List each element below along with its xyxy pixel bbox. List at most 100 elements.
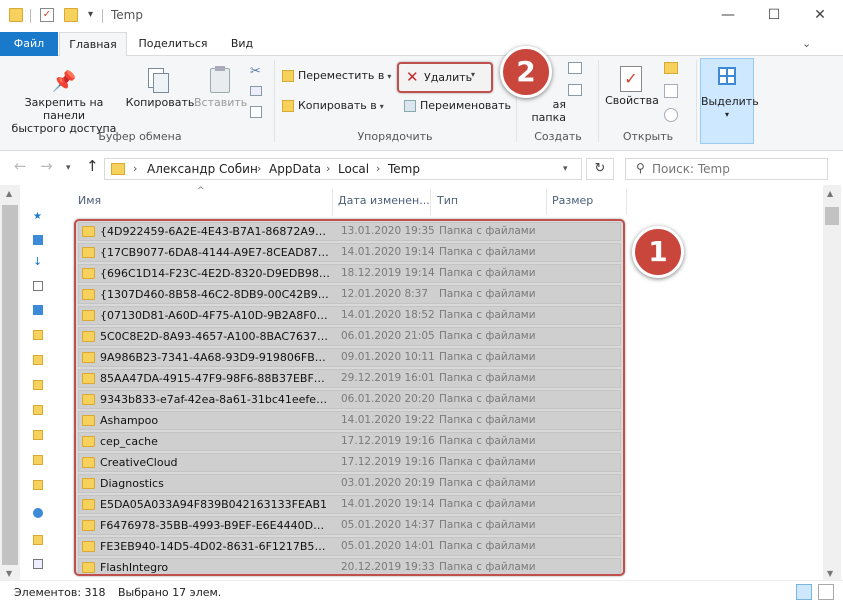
file-name[interactable]: {1307D460-8B58-46C2-8DB9-00C42B9D6F... <box>100 288 330 301</box>
file-name[interactable]: 85AA47DA-4915-47F9-98F6-88B37EBFDA58 <box>100 372 330 385</box>
file-name[interactable]: CreativeCloud <box>100 456 330 469</box>
column-divider[interactable] <box>430 189 431 215</box>
file-row[interactable]: 9343b833-e7af-42ea-8a61-31bc41eefe2b 06.0… <box>78 390 621 409</box>
file-row[interactable]: cep_cache 17.12.2019 19:16 Папка с файлами <box>78 432 621 451</box>
file-row[interactable]: Diagnostics 03.01.2020 20:19 Папка с файла… <box>78 474 621 493</box>
column-divider[interactable] <box>626 189 627 215</box>
tab-share[interactable]: Поделиться <box>131 32 215 56</box>
scroll-thumb[interactable] <box>2 205 18 565</box>
file-name[interactable]: FlashIntegro <box>100 561 330 574</box>
quick-access-dropdown-icon[interactable]: ▾ <box>88 9 93 20</box>
breadcrumb-appdata[interactable]: AppData <box>269 162 321 176</box>
column-size-header[interactable]: Размер <box>552 194 593 207</box>
tab-file[interactable]: Файл <box>0 32 58 56</box>
delete-button[interactable]: ✕ Удалить ▾ <box>397 62 493 93</box>
back-arrow-icon[interactable]: ← <box>14 157 27 175</box>
easy-access-icon[interactable] <box>568 84 582 96</box>
breadcrumb-temp[interactable]: Temp <box>388 162 420 176</box>
paste-button[interactable]: Вставить <box>194 66 247 109</box>
documents-icon[interactable] <box>33 281 43 291</box>
downloads-icon[interactable]: ↓ <box>33 256 42 267</box>
folder-icon[interactable] <box>33 480 43 490</box>
file-row[interactable]: {696C1D14-F23C-4E2D-8320-D9EDB9810FF... 1… <box>78 264 621 283</box>
file-name[interactable]: {4D922459-6A2E-4E43-B7A1-86872A9078... <box>100 225 330 238</box>
maximize-button[interactable]: ☐ <box>751 0 797 32</box>
file-list-scrollbar[interactable]: ▲ ▼ <box>823 185 841 580</box>
breadcrumb-local[interactable]: Local <box>338 162 369 176</box>
column-date-header[interactable]: Дата изменен... <box>338 194 430 207</box>
folder-icon[interactable] <box>33 535 43 545</box>
file-name[interactable]: {696C1D14-F23C-4E2D-8320-D9EDB9810FF... <box>100 267 330 280</box>
desktop-icon[interactable] <box>33 235 43 245</box>
pictures-icon[interactable] <box>33 305 43 315</box>
details-view-icon[interactable] <box>796 584 812 600</box>
column-divider[interactable] <box>332 189 333 215</box>
folder-icon[interactable] <box>33 380 43 390</box>
edit-icon[interactable] <box>664 84 678 98</box>
history-icon[interactable] <box>664 108 678 122</box>
file-row[interactable]: 85AA47DA-4915-47F9-98F6-88B37EBFDA58 29.1… <box>78 369 621 388</box>
scroll-thumb[interactable] <box>825 207 839 225</box>
search-input[interactable] <box>652 161 822 177</box>
file-name[interactable]: {17CB9077-6DA8-4144-A9E7-8CEAD8740... <box>100 246 330 259</box>
properties-button[interactable]: ✓ Свойства <box>604 64 660 107</box>
new-item-icon[interactable] <box>568 62 582 74</box>
large-icons-view-icon[interactable] <box>818 584 834 600</box>
forward-arrow-icon[interactable]: → <box>40 157 53 175</box>
tab-view[interactable]: Вид <box>222 32 262 56</box>
file-row[interactable]: FlashIntegro 20.12.2019 19:33 Папка с файл… <box>78 558 621 574</box>
address-bar[interactable]: › Александр Собин › AppData › Local › Te… <box>104 158 582 180</box>
file-name[interactable]: 5C0C8E2D-8A93-4657-A100-8BAC763738... <box>100 330 330 343</box>
new-folder-quick-icon[interactable] <box>64 8 78 22</box>
new-folder-button[interactable]: ая папка <box>520 98 566 124</box>
pin-quick-access-button[interactable]: 📌 Закрепить на панели быстрого доступа <box>4 66 124 135</box>
scroll-down-arrow-icon[interactable]: ▼ <box>6 569 12 578</box>
file-row[interactable]: F6476978-35BB-4993-B9EF-E6E4440D9C18 05.0… <box>78 516 621 535</box>
close-button[interactable]: ✕ <box>797 0 843 32</box>
file-name[interactable]: F6476978-35BB-4993-B9EF-E6E4440D9C18 <box>100 519 330 532</box>
folder-icon[interactable] <box>33 430 43 440</box>
file-row[interactable]: {07130D81-A60D-4F75-A10D-9B2A8F00D... 14.… <box>78 306 621 325</box>
file-name[interactable]: cep_cache <box>100 435 330 448</box>
scroll-down-arrow-icon[interactable]: ▼ <box>827 569 833 578</box>
file-row[interactable]: {17CB9077-6DA8-4144-A9E7-8CEAD8740... 14.… <box>78 243 621 262</box>
rename-button[interactable]: Переименовать <box>404 96 511 116</box>
file-row[interactable]: {1307D460-8B58-46C2-8DB9-00C42B9D6F... 12… <box>78 285 621 304</box>
quick-access-star-icon[interactable]: ★ <box>33 212 42 222</box>
up-arrow-icon[interactable]: ↑ <box>86 157 99 175</box>
scroll-up-arrow-icon[interactable]: ▲ <box>827 189 833 198</box>
file-row[interactable]: CreativeCloud 17.12.2019 19:16 Папка с фай… <box>78 453 621 472</box>
copy-path-icon[interactable] <box>250 86 262 96</box>
move-to-button[interactable]: Переместить в ▾ <box>282 66 391 86</box>
file-name[interactable]: 9343b833-e7af-42ea-8a61-31bc41eefe2b <box>100 393 330 406</box>
file-name[interactable]: E5DA05A033A94F839B042163133FEAB1 <box>100 498 330 511</box>
column-divider[interactable] <box>546 189 547 215</box>
file-row[interactable]: E5DA05A033A94F839B042163133FEAB1 14.01.20… <box>78 495 621 514</box>
properties-check-icon[interactable]: ✓ <box>40 8 54 22</box>
file-name[interactable]: Ashampoo <box>100 414 330 427</box>
breadcrumb-user[interactable]: Александр Собин <box>147 162 258 176</box>
file-row[interactable]: FE3EB940-14D5-4D02-8631-6F1217B59220 05.0… <box>78 537 621 556</box>
copy-button[interactable]: Копировать <box>124 66 196 109</box>
refresh-button[interactable]: ↻ <box>586 158 614 180</box>
file-name[interactable]: 9A986B23-7341-4A68-93D9-919806FBABFB <box>100 351 330 364</box>
column-type-header[interactable]: Тип <box>437 194 458 207</box>
tab-home[interactable]: Главная <box>59 32 127 57</box>
paste-shortcut-icon[interactable] <box>250 106 262 118</box>
file-name[interactable]: Diagnostics <box>100 477 330 490</box>
ribbon-collapse-icon[interactable]: ⌄ <box>802 37 811 50</box>
column-name-header[interactable]: Имя <box>78 194 101 207</box>
onedrive-icon[interactable] <box>33 508 43 518</box>
folder-icon[interactable] <box>33 455 43 465</box>
open-icon[interactable] <box>664 62 678 74</box>
file-row[interactable]: 9A986B23-7341-4A68-93D9-919806FBABFB 09.0… <box>78 348 621 367</box>
scroll-up-arrow-icon[interactable]: ▲ <box>6 189 12 198</box>
folder-icon[interactable] <box>33 330 43 340</box>
cut-icon[interactable]: ✂ <box>250 64 261 79</box>
folder-icon[interactable] <box>33 355 43 365</box>
file-row[interactable]: {4D922459-6A2E-4E43-B7A1-86872A9078... 13… <box>78 222 621 241</box>
select-button[interactable]: Выделить ▾ <box>700 58 759 144</box>
search-box[interactable]: ⚲ <box>625 158 828 180</box>
recent-locations-icon[interactable]: ▾ <box>66 163 71 173</box>
copy-to-button[interactable]: Копировать в ▾ <box>282 96 384 116</box>
